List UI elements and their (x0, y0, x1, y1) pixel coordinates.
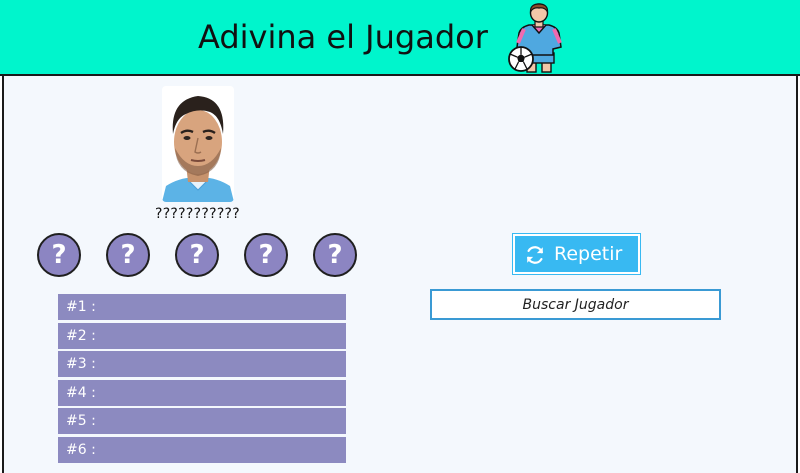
hint-button-5[interactable]: ? (313, 233, 357, 277)
repeat-button[interactable]: Repetir (513, 234, 640, 274)
guess-row-2: #2 : (58, 322, 346, 349)
hint-button-3[interactable]: ? (175, 233, 219, 277)
refresh-icon (527, 246, 543, 264)
hidden-player-name: ??????????? (154, 206, 241, 222)
player-photo (162, 86, 234, 202)
hint-button-2[interactable]: ? (106, 233, 150, 277)
game-page: Adivina el Jugador ??????????? ? ? ? ? ?… (0, 0, 800, 473)
page-title: Adivina el Jugador (198, 18, 488, 56)
repeat-button-label: Repetir (554, 243, 623, 265)
hint-button-1[interactable]: ? (37, 233, 81, 277)
soccer-player-icon (508, 3, 562, 73)
guess-row-3: #3 : (58, 351, 346, 378)
guess-row-6: #6 : (58, 436, 346, 463)
header-bar: Adivina el Jugador (0, 0, 800, 76)
guess-row-5: #5 : (58, 408, 346, 435)
guess-list: #1 : #2 : #3 : #4 : #5 : #6 : (58, 294, 346, 466)
guess-row-4: #4 : (58, 379, 346, 406)
search-player-input[interactable] (430, 289, 721, 320)
hint-button-4[interactable]: ? (244, 233, 288, 277)
guess-row-1: #1 : (58, 294, 346, 320)
